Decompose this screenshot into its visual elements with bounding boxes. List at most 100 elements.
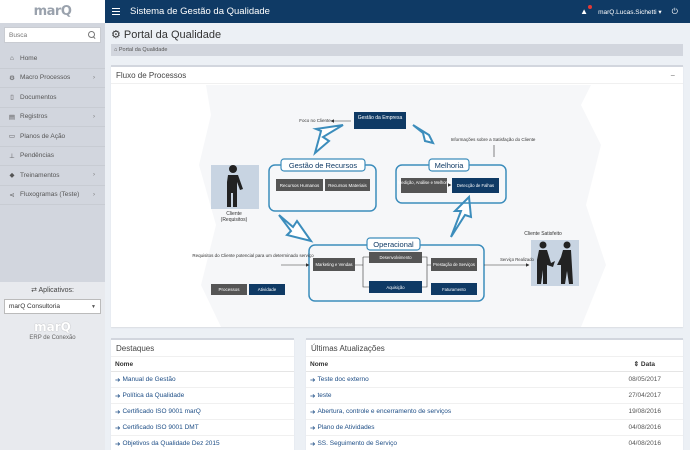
- sidebar-item-label: Home: [20, 54, 38, 62]
- search-icon[interactable]: [88, 31, 96, 39]
- updates-header: Últimas Atualizações: [306, 340, 683, 357]
- arrow-right-icon: ➔: [310, 392, 316, 400]
- sidebar-item-treinamentos[interactable]: ◆ Treinamentos ›: [0, 166, 105, 186]
- sidebar-item-label: Treinamentos: [20, 171, 60, 179]
- copy-icon: ▤: [8, 113, 16, 121]
- update-row[interactable]: ➔ SS. Seguimento de Serviço 04/08/2016: [306, 436, 683, 450]
- recursos-humanos-label: Recursos Humanos: [280, 183, 320, 188]
- sitemap-icon: ⚙: [9, 74, 15, 82]
- updates-list: ➔ Teste doc externo 08/05/2017 ➔ teste 27/04/…: [306, 372, 683, 450]
- sidebar-item-planos-de-a-o[interactable]: ▭ Planos de Ação: [0, 127, 105, 147]
- app-title: Sistema de Gestão da Qualidade: [130, 6, 270, 17]
- sidebar-item-macro-processos[interactable]: ⚙ Macro Processos ›: [0, 69, 105, 88]
- sidebar-item-label: Fluxogramas (Teste): [20, 191, 80, 199]
- arrow-right-icon: ➔: [310, 440, 316, 448]
- destaque-row[interactable]: ➔ Objetivos da Qualidade Dez 2015: [111, 436, 294, 450]
- sidebar-item-registros[interactable]: ▤ Registros ›: [0, 108, 105, 127]
- update-date: 04/08/2016: [628, 440, 661, 447]
- process-flow-title: Fluxo de Processos: [116, 70, 187, 80]
- arrow-right-icon: ➔: [310, 424, 316, 432]
- update-date: 27/04/2017: [628, 392, 661, 399]
- breadcrumb[interactable]: ⌂ Portal da Qualidade: [111, 44, 683, 56]
- melhoria-title: Melhoria: [435, 161, 465, 170]
- operacional-title: Operacional: [373, 240, 414, 249]
- prestacao-label: Prestação de Serviços: [433, 262, 475, 267]
- sidebar-item-label: Documentos: [20, 93, 57, 101]
- updates-col-nome[interactable]: Nome: [310, 361, 328, 368]
- apps-select[interactable]: marQ Consultoria ▼: [4, 299, 101, 314]
- update-row[interactable]: ➔ Plano de Atividades 04/08/2016: [306, 420, 683, 436]
- sidebar: marQ ⌂ Home ⚙ Macro Processos › ▯ Documentos ▤ R…: [0, 0, 105, 450]
- arrow-right-icon: ➔: [115, 424, 121, 432]
- arrow-right-icon: ➔: [115, 440, 121, 448]
- menu-toggle-icon[interactable]: [112, 6, 120, 17]
- chevron-right-icon: ›: [93, 172, 95, 179]
- process-flow-header: Fluxo de Processos −: [111, 67, 683, 84]
- update-link[interactable]: Teste doc externo: [317, 376, 368, 383]
- destaque-link[interactable]: Política da Qualidade: [122, 392, 184, 399]
- updates-title: Últimas Atualizações: [311, 343, 385, 353]
- update-link[interactable]: Abertura, controle e encerramento de ser…: [317, 408, 451, 415]
- recursos-materiais-label: Recursos Materiais: [328, 183, 367, 188]
- destaques-header: Destaques: [111, 340, 294, 357]
- destaques-title: Destaques: [116, 343, 155, 353]
- destaque-row[interactable]: ➔ Certificado ISO 9001 marQ: [111, 404, 294, 420]
- destaques-col-nome: Nome: [115, 360, 134, 368]
- updates-col-data[interactable]: ⇕ Data: [634, 360, 655, 368]
- updates-col-header: Nome ⇕ Data: [306, 357, 683, 372]
- sidebar-item-home[interactable]: ⌂ Home: [0, 49, 105, 69]
- search-box: [4, 27, 101, 43]
- arrow-right-icon: ➔: [115, 376, 121, 384]
- update-row[interactable]: ➔ Abertura, controle e encerramento de se…: [306, 404, 683, 420]
- cliente-requisitos-label: (Requisitos): [221, 217, 248, 223]
- desenvolvimento-label: Desenvolvimento: [379, 255, 412, 260]
- top-header: Sistema de Gestão da Qualidade ▲ marQ.Lu…: [105, 0, 690, 23]
- caret-down-icon: ▼: [91, 303, 96, 310]
- servico-realizado-label: Serviço Realizado: [500, 257, 534, 262]
- sidebar-item-fluxogramas-teste-[interactable]: ⋖ Fluxogramas (Teste) ›: [0, 186, 105, 205]
- page-title-text: Portal da Qualidade: [123, 28, 222, 41]
- power-icon[interactable]: ⏻: [672, 7, 678, 17]
- updates-box: Últimas Atualizações Nome ⇕ Data ➔ Teste …: [306, 338, 683, 450]
- update-link[interactable]: SS. Seguimento de Serviço: [317, 440, 397, 447]
- update-date: 04/08/2016: [628, 424, 661, 431]
- dashboard-icon: ⚙: [111, 29, 121, 41]
- logo-text: marQ: [33, 4, 72, 19]
- update-link[interactable]: Plano de Atividades: [317, 424, 374, 431]
- sidebar-item-documentos[interactable]: ▯ Documentos: [0, 88, 105, 108]
- update-row[interactable]: ➔ Teste doc externo 08/05/2017: [306, 372, 683, 388]
- destaque-row[interactable]: ➔ Política da Qualidade: [111, 388, 294, 404]
- destaque-link[interactable]: Certificado ISO 9001 marQ: [122, 408, 200, 415]
- req-cliente-label: Requisitos do Cliente potencial para um …: [192, 253, 314, 258]
- sidebar-item-label: Macro Processos: [20, 74, 71, 82]
- process-flow-box: Fluxo de Processos − Gestão da Empresa F…: [111, 65, 683, 327]
- destaque-link[interactable]: Certificado ISO 9001 DMT: [122, 424, 198, 431]
- search-input[interactable]: [9, 31, 88, 39]
- update-date: 19/08/2016: [628, 408, 661, 415]
- update-date: 08/05/2017: [628, 376, 661, 383]
- file-icon: ▯: [10, 94, 14, 102]
- legend-processos-label: Processos: [218, 287, 240, 292]
- update-row[interactable]: ➔ teste 27/04/2017: [306, 388, 683, 404]
- graduation-icon: ◆: [9, 172, 15, 180]
- warning-icon[interactable]: ▲: [580, 5, 593, 16]
- user-menu[interactable]: marQ.Lucas.Sichetti ▾: [598, 8, 662, 16]
- collapse-icon[interactable]: −: [670, 71, 675, 80]
- destaque-row[interactable]: ➔ Certificado ISO 9001 DMT: [111, 420, 294, 436]
- legend-atividade-label: Atividade: [258, 287, 277, 292]
- destaque-link[interactable]: Objetivos da Qualidade Dez 2015: [122, 440, 219, 447]
- header-right: ▲ marQ.Lucas.Sichetti ▾ ⏻: [580, 0, 678, 23]
- thumbtack-icon: ⊥: [9, 152, 15, 160]
- chevron-right-icon: ›: [93, 74, 95, 81]
- update-link[interactable]: teste: [317, 392, 331, 399]
- destaque-row[interactable]: ➔ Manual de Gestão: [111, 372, 294, 388]
- arrow-right-icon: ➔: [310, 376, 316, 384]
- chevron-right-icon: ›: [93, 191, 95, 198]
- destaque-link[interactable]: Manual de Gestão: [122, 376, 175, 383]
- destaques-box: Destaques Nome ➔ Manual de Gestão ➔ Polític…: [111, 338, 294, 450]
- page-title: ⚙ Portal da Qualidade: [111, 28, 222, 42]
- logo[interactable]: marQ: [0, 0, 105, 23]
- app-logo: marQ ERP de Conexão: [0, 320, 105, 341]
- destaques-col-header[interactable]: Nome: [111, 357, 294, 372]
- sidebar-item-pend-ncias[interactable]: ⊥ Pendências: [0, 147, 105, 166]
